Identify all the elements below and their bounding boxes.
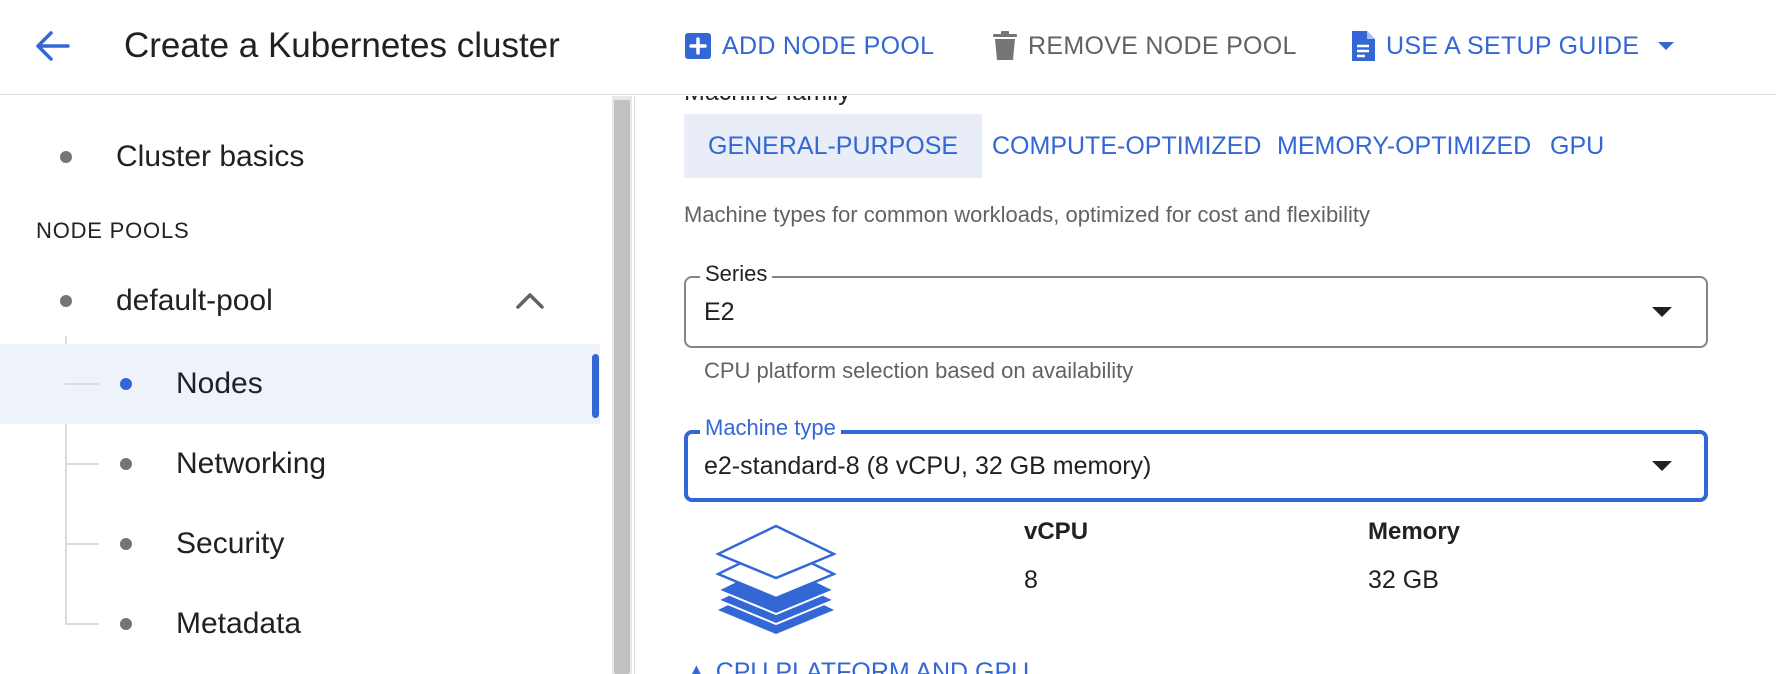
tab-gpu[interactable]: GPU [1526, 114, 1628, 178]
bullet-icon [60, 151, 72, 163]
tree-connector [65, 623, 99, 625]
document-icon [1352, 31, 1375, 61]
bullet-icon [120, 458, 132, 470]
bullet-icon [60, 295, 72, 307]
machine-type-value: e2-standard-8 (8 vCPU, 32 GB memory) [704, 452, 1152, 480]
series-label: Series [700, 261, 773, 287]
dropdown-arrow-icon [1652, 307, 1672, 317]
sidebar-item-networking[interactable]: Networking [0, 424, 600, 504]
sidebar-item-label: Cluster basics [116, 140, 305, 173]
cpu-platform-gpu-label: CPU PLATFORM AND GPU [715, 658, 1030, 674]
active-indicator [592, 354, 599, 418]
memory-label: Memory [1368, 518, 1461, 545]
sidebar-item-cluster-basics[interactable]: Cluster basics [0, 116, 600, 196]
sidebar-item-security[interactable]: Security [0, 504, 600, 584]
machine-type-select[interactable]: Machine type e2-standard-8 (8 vCPU, 32 G… [684, 415, 1708, 502]
series-helper-text: CPU platform selection based on availabi… [704, 358, 1134, 383]
page-title: Create a Kubernetes cluster [124, 26, 560, 65]
sidebar-item-label: Networking [176, 447, 327, 480]
scrollbar-thumb[interactable] [614, 100, 630, 674]
tab-compute-optimized[interactable]: COMPUTE-OPTIMIZED [968, 114, 1285, 178]
chevron-up-icon[interactable] [515, 290, 545, 310]
sidebar-nav: Cluster basics NODE POOLS default-pool N… [0, 96, 616, 674]
cpu-platform-gpu-expander[interactable]: ▲ CPU PLATFORM AND GPU [684, 658, 1029, 674]
top-app-bar: Create a Kubernetes cluster ADD NODE POO… [0, 0, 1776, 95]
machine-family-description: Machine types for common workloads, opti… [684, 202, 1370, 227]
remove-node-pool-label: REMOVE NODE POOL [1028, 31, 1297, 60]
sidebar-item-metadata[interactable]: Metadata [0, 584, 600, 664]
add-node-pool-button[interactable]: ADD NODE POOL [684, 26, 934, 66]
add-box-icon [685, 33, 711, 59]
series-value: E2 [704, 298, 735, 326]
machine-configuration-panel: Machine family GENERAL-PURPOSE COMPUTE-O… [636, 96, 1776, 674]
arrow-back-icon [36, 31, 70, 61]
stacked-layers-icon [716, 524, 836, 634]
bullet-icon [120, 618, 132, 630]
bullet-icon [120, 378, 132, 390]
memory-value: 32 GB [1368, 566, 1439, 594]
tree-connector [65, 543, 99, 545]
node-pools-header: NODE POOLS [36, 218, 190, 243]
tab-general-purpose[interactable]: GENERAL-PURPOSE [684, 114, 983, 178]
sidebar-item-label: Metadata [176, 607, 302, 640]
sidebar-item-label: Nodes [176, 367, 263, 400]
vcpu-label: vCPU [1024, 518, 1089, 545]
bullet-icon [120, 538, 132, 550]
setup-guide-label: USE A SETUP GUIDE [1386, 31, 1640, 60]
sidebar-item-label: default-pool [116, 284, 273, 317]
delete-icon [993, 31, 1017, 60]
setup-guide-button[interactable]: USE A SETUP GUIDE [1350, 26, 1677, 66]
series-select[interactable]: Series E2 [684, 261, 1708, 348]
dropdown-arrow-icon [1652, 461, 1672, 471]
sidebar-item-label: Security [176, 527, 285, 560]
machine-family-heading: Machine family [684, 96, 851, 107]
remove-node-pool-button[interactable]: REMOVE NODE POOL [992, 26, 1297, 66]
back-button[interactable] [28, 26, 76, 66]
tree-connector [65, 383, 99, 385]
machine-type-label: Machine type [700, 415, 841, 441]
sidebar-item-nodes[interactable]: Nodes [0, 344, 600, 424]
add-node-pool-label: ADD NODE POOL [722, 31, 935, 60]
divider [634, 96, 635, 674]
dropdown-arrow-icon [1658, 42, 1675, 50]
sidebar-item-default-pool[interactable]: default-pool [0, 262, 600, 342]
vcpu-value: 8 [1024, 566, 1038, 594]
tab-memory-optimized[interactable]: MEMORY-OPTIMIZED [1253, 114, 1555, 178]
tree-connector [65, 463, 99, 465]
